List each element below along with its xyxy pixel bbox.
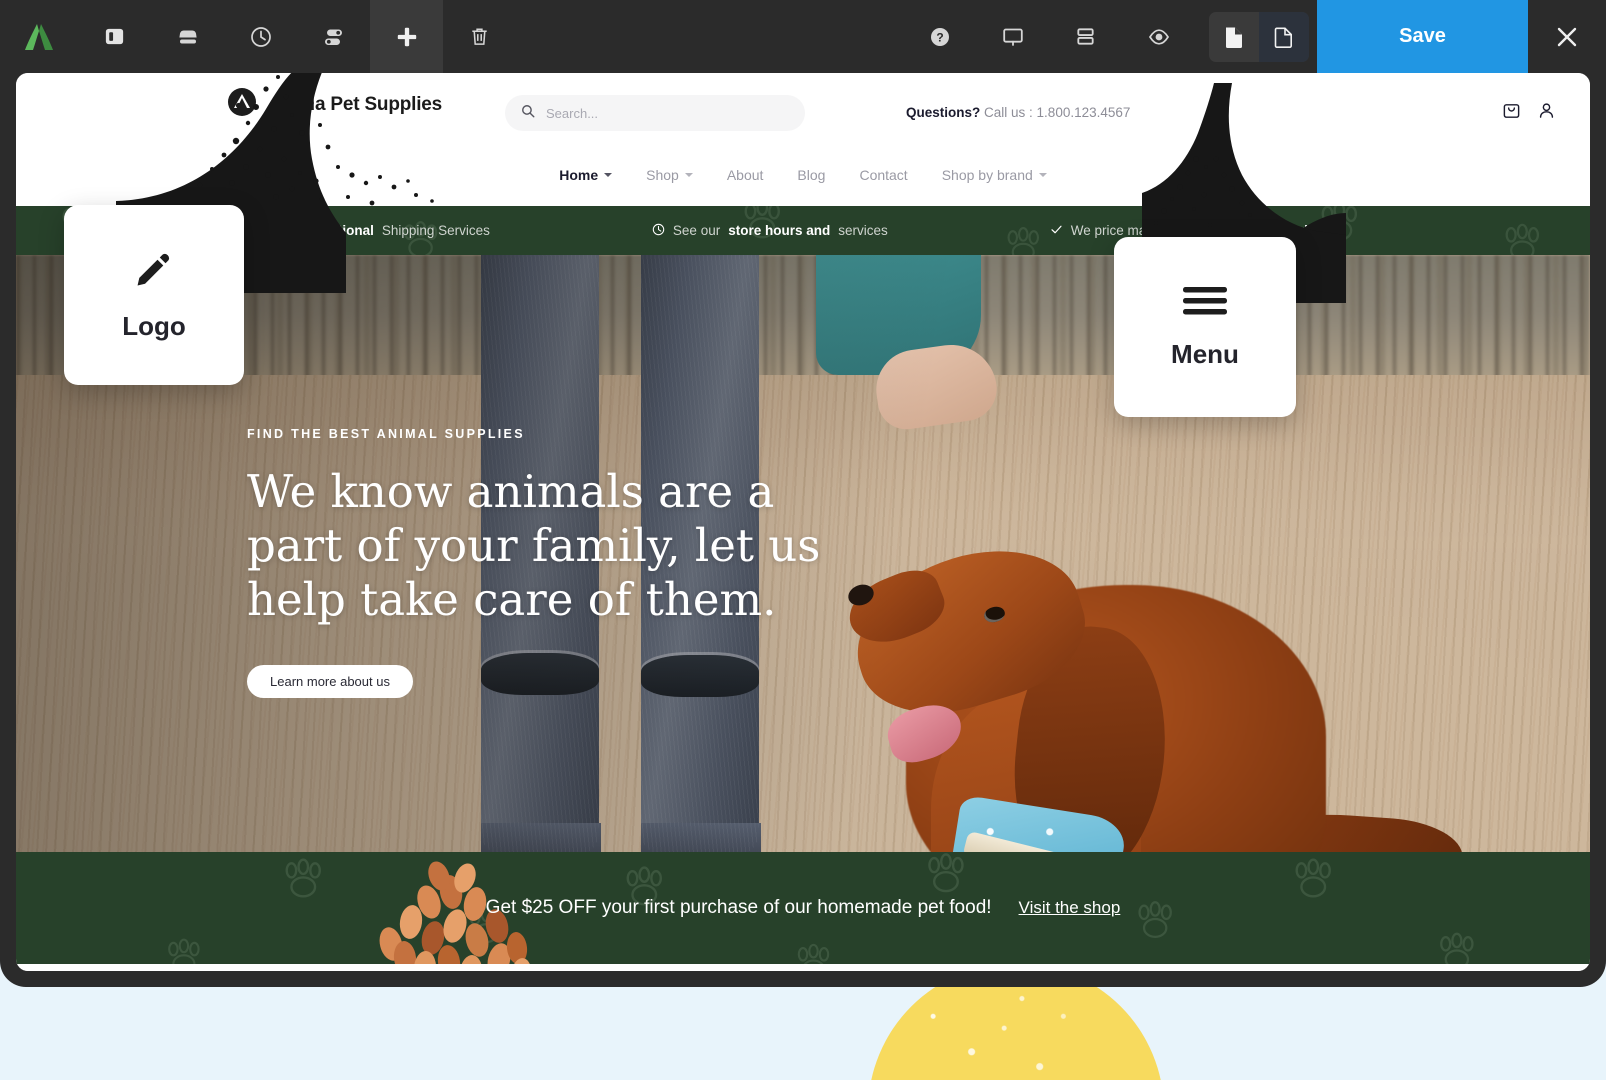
brand[interactable]: Avada Pet Supplies bbox=[227, 87, 442, 122]
nav-item-contact[interactable]: Contact bbox=[859, 167, 907, 183]
save-button[interactable]: Save bbox=[1317, 0, 1528, 73]
contact-text: Call us : 1.800.123.4567 bbox=[984, 105, 1131, 120]
hamburger-icon bbox=[1181, 284, 1229, 323]
announcement-pre: We price match to give bbox=[1070, 223, 1208, 238]
logo-edit-card[interactable]: Logo bbox=[64, 205, 244, 385]
search-input[interactable] bbox=[546, 105, 766, 121]
hero-eyebrow: FIND THE BEST ANIMAL SUPPLIES bbox=[247, 427, 525, 441]
announcement-pre: See our bbox=[672, 223, 721, 238]
nav-label: Contact bbox=[859, 167, 908, 183]
preview-viewport: Avada Pet Supplies Questions? Call us : … bbox=[16, 73, 1590, 971]
editor-toolbar: ? Save bbox=[0, 0, 1606, 73]
promo-link[interactable]: Visit the shop bbox=[1019, 898, 1121, 918]
hero-text-block: FIND THE BEST ANIMAL SUPPLIES We know an… bbox=[247, 427, 820, 698]
nav-item-shop-by-brand[interactable]: Shop by brand bbox=[942, 167, 1047, 183]
main-navigation: Home Shop About Blog Contact Shop by bra… bbox=[16, 151, 1590, 199]
toolbar-left-group bbox=[0, 0, 516, 73]
hero-headline-line-2: part of your family, let us bbox=[247, 519, 821, 572]
chevron-down-icon bbox=[1038, 173, 1047, 177]
site-header-top-row: Avada Pet Supplies Questions? Call us : … bbox=[16, 73, 1590, 151]
preview-frame: Avada Pet Supplies Questions? Call us : … bbox=[0, 57, 1606, 987]
announcement-strong: store hours and bbox=[728, 223, 831, 238]
rows-icon[interactable] bbox=[1049, 0, 1122, 73]
nav-label: Shop bbox=[646, 167, 679, 183]
hero-headline-line-1: We know animals are a bbox=[247, 465, 775, 518]
brand-logo-icon bbox=[227, 87, 257, 122]
eye-icon[interactable] bbox=[1122, 0, 1195, 73]
clock-icon[interactable] bbox=[224, 0, 297, 73]
announcement-text: Shipping Services bbox=[381, 223, 490, 238]
toolbar-right-group: ? Save bbox=[903, 0, 1606, 73]
clock-icon bbox=[652, 223, 665, 239]
announcement-strong: International bbox=[292, 223, 374, 238]
trash-icon[interactable] bbox=[443, 0, 516, 73]
page-bottom-strip bbox=[16, 964, 1590, 971]
svg-text:?: ? bbox=[936, 30, 943, 44]
nav-label: Shop by brand bbox=[941, 167, 1033, 183]
search-icon bbox=[521, 104, 535, 123]
hero-headline-line-3: help take care of them. bbox=[247, 573, 777, 626]
nav-item-home[interactable]: Home bbox=[559, 167, 613, 183]
brand-name: Avada Pet Supplies bbox=[270, 93, 443, 115]
sliders-icon[interactable] bbox=[297, 0, 370, 73]
announcement-text: you the bbox=[1215, 223, 1261, 238]
avada-logo-icon[interactable] bbox=[0, 0, 78, 73]
check-icon bbox=[1050, 223, 1063, 239]
plus-icon[interactable] bbox=[370, 0, 443, 73]
monitor-icon[interactable] bbox=[976, 0, 1049, 73]
header-icon-group bbox=[1502, 101, 1556, 120]
page-filled-icon[interactable] bbox=[1209, 12, 1259, 62]
nav-label: About bbox=[726, 167, 764, 183]
announcement-bar: International Shipping Services See our … bbox=[16, 206, 1590, 255]
cart-icon[interactable] bbox=[1502, 101, 1521, 120]
promo-bar: Get $25 OFF your first purchase of our h… bbox=[16, 852, 1590, 964]
map-icon bbox=[272, 223, 285, 239]
contact-lead: Questions? bbox=[906, 105, 981, 120]
announcement-hours: See our store hours and services bbox=[652, 223, 888, 239]
announcement-strong: best deals bbox=[1268, 223, 1335, 238]
hero-cta-button[interactable]: Learn more about us bbox=[247, 665, 413, 698]
nav-item-shop[interactable]: Shop bbox=[646, 167, 693, 183]
chevron-down-icon bbox=[604, 173, 613, 177]
page-outline-icon[interactable] bbox=[1259, 11, 1309, 62]
pencil-icon bbox=[133, 248, 175, 295]
chevron-down-icon bbox=[684, 173, 693, 177]
search-box[interactable] bbox=[505, 95, 805, 131]
promo-content: Get $25 OFF your first purchase of our h… bbox=[16, 852, 1590, 964]
close-icon[interactable] bbox=[1528, 0, 1606, 73]
hero-section: FIND THE BEST ANIMAL SUPPLIES We know an… bbox=[16, 255, 1590, 852]
menu-edit-card[interactable]: Menu bbox=[1114, 237, 1296, 417]
announcement-shipping: International Shipping Services bbox=[272, 223, 490, 239]
logo-edit-card-label: Logo bbox=[122, 311, 186, 341]
promo-message: Get $25 OFF your first purchase of our h… bbox=[485, 897, 992, 918]
panel-left-icon[interactable] bbox=[78, 0, 151, 73]
announcement-text: services bbox=[838, 223, 888, 238]
account-icon[interactable] bbox=[1537, 101, 1556, 120]
nav-label: Blog bbox=[797, 167, 826, 183]
device-icon[interactable] bbox=[151, 0, 224, 73]
page-toggle-group bbox=[1209, 11, 1309, 62]
hero-headline: We know animals are a part of your famil… bbox=[247, 465, 820, 627]
nav-item-blog[interactable]: Blog bbox=[797, 167, 825, 183]
site-header: Avada Pet Supplies Questions? Call us : … bbox=[16, 73, 1590, 206]
nav-label: Home bbox=[559, 167, 599, 183]
contact-info: Questions? Call us : 1.800.123.4567 bbox=[906, 105, 1130, 120]
question-circle-icon[interactable]: ? bbox=[903, 0, 976, 73]
menu-edit-card-label: Menu bbox=[1171, 339, 1239, 369]
nav-item-about[interactable]: About bbox=[727, 167, 764, 183]
